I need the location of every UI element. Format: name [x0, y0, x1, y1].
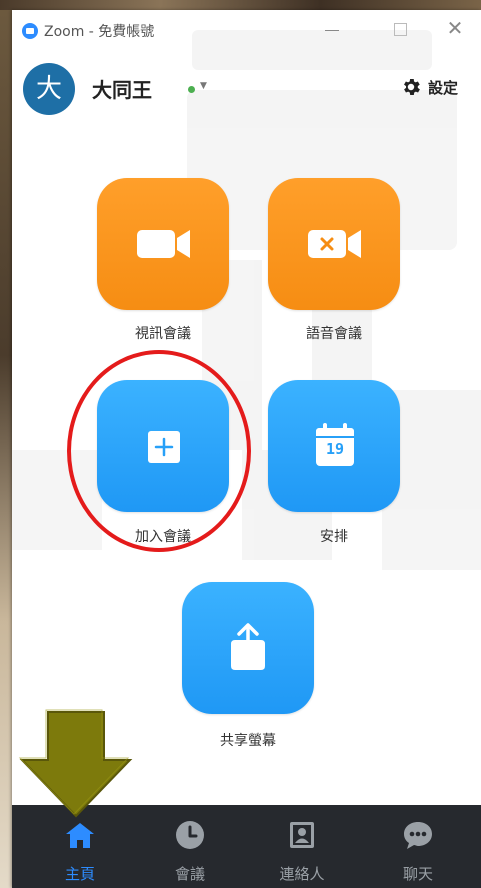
audio-meeting-label: 語音會議 — [306, 326, 362, 342]
nav-contacts-label: 連絡人 — [279, 865, 325, 883]
maximize-button[interactable] — [385, 18, 415, 42]
chat-bubble-icon — [404, 822, 432, 849]
nav-contacts[interactable]: 連絡人 — [252, 805, 352, 888]
nav-meetings[interactable]: 會議 — [140, 805, 240, 888]
profile-header: 大 大同王 ▼ 設定 — [12, 60, 481, 120]
home-icon — [66, 823, 94, 848]
annotation-circle — [67, 350, 251, 552]
title-bar: Zoom - 免費帳號 ✕ — [12, 10, 481, 50]
window-title: Zoom - 免費帳號 — [44, 24, 155, 40]
schedule-label: 安排 — [320, 529, 348, 545]
audio-meeting-button[interactable] — [268, 178, 400, 310]
schedule-button[interactable]: 19 — [268, 380, 400, 512]
share-screen-label: 共享螢幕 — [220, 733, 276, 749]
video-camera-icon — [137, 230, 190, 258]
status-dropdown-icon[interactable]: ▼ — [200, 81, 207, 91]
avatar[interactable]: 大 — [23, 63, 75, 115]
contact-card-icon — [290, 822, 314, 848]
gear-icon — [404, 79, 420, 95]
clock-icon — [176, 821, 204, 849]
close-button[interactable]: ✕ — [440, 18, 470, 42]
share-upload-icon — [231, 623, 265, 670]
nav-home[interactable]: 主頁 — [30, 805, 130, 888]
nav-home-label: 主頁 — [64, 865, 95, 883]
zoom-logo-icon — [22, 23, 38, 39]
share-screen-button[interactable] — [182, 582, 314, 714]
nav-meetings-label: 會議 — [174, 865, 205, 883]
video-off-icon — [308, 230, 361, 258]
nav-chat[interactable]: 聊天 — [368, 805, 468, 888]
user-name: 大同王 — [92, 78, 152, 102]
calendar-day: 19 — [325, 440, 345, 458]
nav-chat-label: 聊天 — [402, 865, 433, 883]
desktop-background — [0, 0, 12, 888]
desktop-background-top — [0, 0, 481, 10]
settings-label: 設定 — [428, 79, 459, 97]
new-meeting-button[interactable] — [97, 178, 229, 310]
bottom-navigation: 主頁 會議 連絡人 聊天 — [12, 805, 481, 888]
status-indicator[interactable] — [188, 86, 195, 93]
zoom-window: Zoom - 免費帳號 ✕ 大 大同王 ▼ 設定 視訊會議 語音會議 加入會議 … — [12, 10, 481, 888]
new-meeting-label: 視訊會議 — [135, 326, 191, 342]
minimize-button[interactable] — [317, 18, 347, 42]
